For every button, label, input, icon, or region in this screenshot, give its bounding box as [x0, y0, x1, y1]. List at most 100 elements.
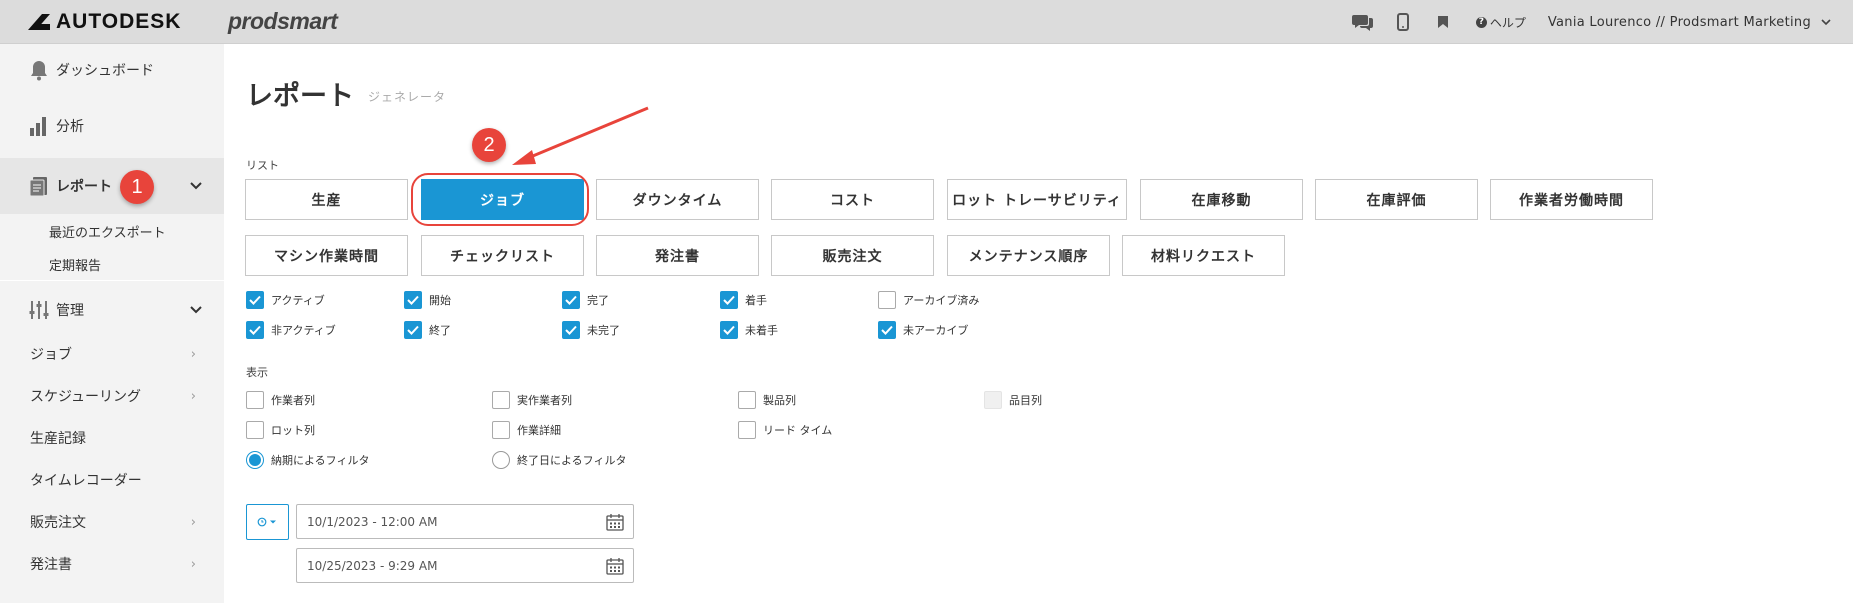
filter-not-started-checkbox[interactable]: 未着手 [720, 321, 778, 339]
sidebar-subitem-scheduled-reports[interactable]: 定期報告 [49, 255, 101, 274]
chevron-right-icon: › [190, 556, 196, 572]
filter-archived-checkbox[interactable]: アーカイブ済み [878, 291, 979, 309]
display-lead-time-checkbox[interactable]: リード タイム [738, 421, 832, 439]
filter-label: 非アクティブ [271, 324, 336, 337]
display-label: 作業詳細 [517, 424, 561, 437]
date-preset-dropdown[interactable] [246, 504, 289, 540]
radio-filter-by-end-date[interactable]: 終了日によるフィルタ [492, 451, 626, 469]
sidebar-subitem-recent-exports[interactable]: 最近のエクスポート [49, 222, 166, 241]
checkbox-empty [492, 391, 510, 409]
list-button-checklist[interactable]: チェックリスト [421, 235, 584, 276]
check-icon [878, 321, 896, 339]
filter-label: アクティブ [271, 294, 325, 307]
sidebar-item-purchase-orders[interactable]: 発注書 › [0, 546, 224, 582]
filter-label: 着手 [745, 294, 767, 307]
help-link[interactable]: ? ヘルプ [1475, 14, 1526, 31]
list-button-sales-order[interactable]: 販売注文 [771, 235, 934, 276]
filter-completed-checkbox[interactable]: 完了 [562, 291, 609, 309]
list-button-worker-hours[interactable]: 作業者労働時間 [1490, 179, 1653, 220]
sidebar-label-sales-orders: 販売注文 [30, 515, 86, 531]
chevron-right-icon: › [190, 388, 196, 404]
display-work-details-checkbox[interactable]: 作業詳細 [492, 421, 561, 439]
sidebar-label-dashboard: ダッシュボード [56, 63, 154, 79]
display-worker-column-checkbox[interactable]: 作業者列 [246, 391, 315, 409]
list-button-maintenance-order[interactable]: メンテナンス順序 [947, 235, 1110, 276]
sidebar-item-analytics[interactable]: 分析 [0, 106, 224, 146]
filter-label: 未完了 [587, 324, 620, 337]
check-icon [562, 291, 580, 309]
filter-in-progress-checkbox[interactable]: 着手 [720, 291, 767, 309]
sidebar-item-admin[interactable]: 管理 [0, 290, 224, 330]
checkbox-empty [738, 391, 756, 409]
product-name[interactable]: prodsmart [228, 8, 338, 35]
check-icon [720, 291, 738, 309]
filter-label: 開始 [429, 294, 451, 307]
annotation-badge-2: 2 [472, 128, 506, 162]
display-label: 製品列 [763, 394, 796, 407]
chevron-right-icon: › [190, 514, 196, 530]
checkbox-empty [246, 421, 264, 439]
date-to-input[interactable]: 10/25/2023 - 9:29 AM [296, 548, 634, 583]
bell-icon [31, 61, 47, 81]
top-right-menu: ? ヘルプ Vania Lourenco // Prodsmart Market… [1334, 0, 1831, 44]
bookmark-icon[interactable] [1432, 11, 1454, 33]
display-product-column-checkbox[interactable]: 製品列 [738, 391, 796, 409]
list-section-label: リスト [246, 159, 279, 172]
annotation-badge-1: 1 [120, 170, 154, 204]
checkbox-empty [738, 421, 756, 439]
user-label: Vania Lourenco // Prodsmart Marketing [1547, 14, 1811, 30]
sidebar-label-production-records: 生産記録 [30, 431, 86, 447]
filter-active-checkbox[interactable]: アクティブ [246, 291, 325, 309]
radio-selected [246, 451, 264, 469]
sidebar-item-reports[interactable]: レポート [0, 158, 224, 214]
filter-inactive-checkbox[interactable]: 非アクティブ [246, 321, 336, 339]
list-button-lot-traceability[interactable]: ロット トレーサビリティ [947, 179, 1127, 220]
display-lot-column-checkbox[interactable]: ロット列 [246, 421, 315, 439]
list-button-machine-hours[interactable]: マシン作業時間 [245, 235, 408, 276]
sidebar-label-reports: レポート [56, 179, 112, 195]
sidebar-label-admin: 管理 [56, 303, 84, 319]
list-button-production[interactable]: 生産 [245, 179, 408, 220]
checkbox-empty [246, 391, 264, 409]
list-button-purchase-order[interactable]: 発注書 [596, 235, 759, 276]
clock-icon [257, 517, 276, 527]
user-menu[interactable]: Vania Lourenco // Prodsmart Marketing [1548, 15, 1831, 30]
list-button-inventory-valuation[interactable]: 在庫評価 [1315, 179, 1478, 220]
list-button-jobs[interactable]: ジョブ [421, 179, 584, 220]
list-button-inventory-movement[interactable]: 在庫移動 [1140, 179, 1303, 220]
chat-icon[interactable] [1351, 11, 1374, 33]
date-to-value: 10/25/2023 - 9:29 AM [307, 558, 438, 573]
date-from-input[interactable]: 10/1/2023 - 12:00 AM [296, 504, 634, 539]
filter-ended-checkbox[interactable]: 終了 [404, 321, 451, 339]
sidebar-item-jobs[interactable]: ジョブ › [0, 336, 224, 372]
radio-filter-by-due-date[interactable]: 納期によるフィルタ [246, 451, 369, 469]
sidebar-label-analytics: 分析 [56, 119, 84, 135]
sidebar: ダッシュボード 分析 レポート 1 最近のエクスポート 定期報告 管理 ジョブ … [0, 44, 224, 603]
check-icon [246, 291, 264, 309]
mobile-icon[interactable] [1392, 11, 1414, 33]
help-label: ヘルプ [1489, 15, 1526, 30]
sidebar-item-sales-orders[interactable]: 販売注文 › [0, 504, 224, 540]
check-icon [404, 321, 422, 339]
sidebar-item-dashboard[interactable]: ダッシュボード [0, 50, 224, 90]
list-button-material-request[interactable]: 材料リクエスト [1122, 235, 1285, 276]
list-button-cost[interactable]: コスト [771, 179, 934, 220]
sidebar-item-production-records[interactable]: 生産記録 [0, 420, 224, 456]
sidebar-item-scheduling[interactable]: スケジューリング › [0, 378, 224, 414]
filter-unarchived-checkbox[interactable]: 未アーカイブ [878, 321, 968, 339]
sidebar-label-purchase-orders: 発注書 [30, 557, 72, 573]
calendar-icon[interactable] [606, 557, 624, 575]
autodesk-logo[interactable]: AUTODESK [28, 10, 181, 33]
chevron-right-icon: › [190, 346, 196, 362]
display-label: ロット列 [271, 424, 315, 437]
list-button-downtime[interactable]: ダウンタイム [596, 179, 759, 220]
sliders-icon [29, 301, 49, 319]
display-actual-worker-column-checkbox[interactable]: 実作業者列 [492, 391, 572, 409]
filter-started-checkbox[interactable]: 開始 [404, 291, 451, 309]
display-label: 実作業者列 [517, 394, 572, 407]
autodesk-logo-icon [28, 14, 50, 30]
display-item-column-checkbox[interactable]: 品目列 [984, 391, 1042, 409]
calendar-icon[interactable] [606, 513, 624, 531]
sidebar-item-time-recorder[interactable]: タイムレコーダー [0, 462, 224, 498]
filter-incomplete-checkbox[interactable]: 未完了 [562, 321, 620, 339]
